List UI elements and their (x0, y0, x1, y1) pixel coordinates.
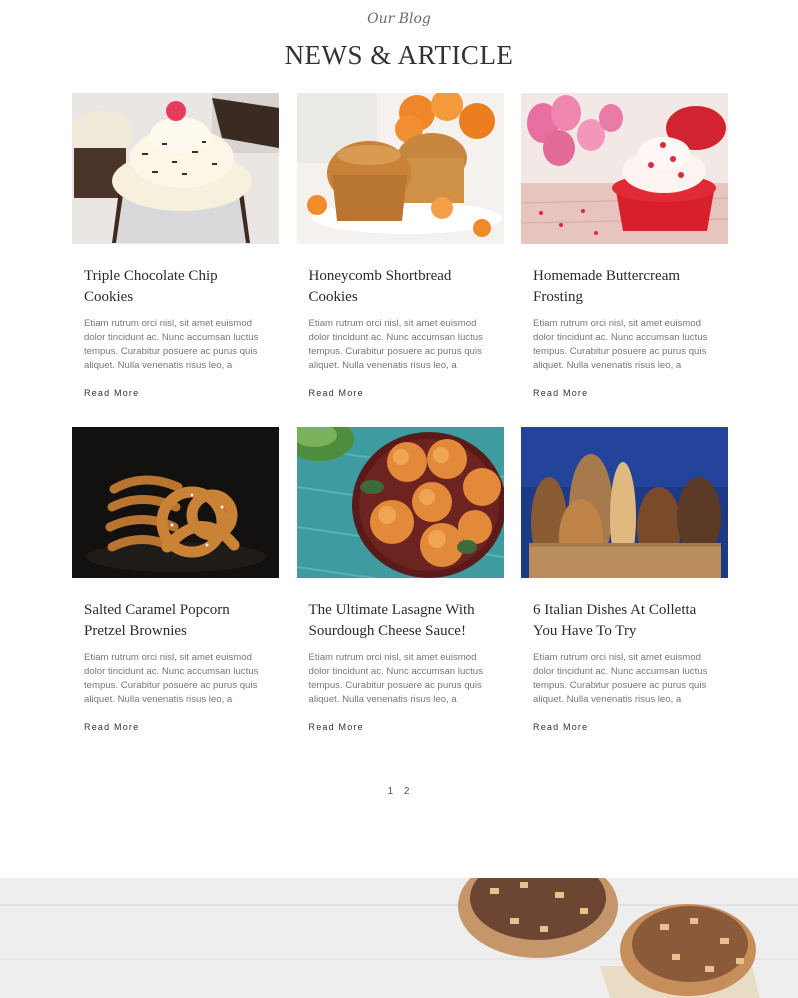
post-title[interactable]: Homemade Buttercream Frosting (533, 266, 716, 308)
post-excerpt: Etiam rutrum orci nisl, sit amet euismod… (533, 318, 708, 371)
blog-card: Salted Caramel Popcorn Pretzel Brownies … (72, 427, 279, 733)
blog-card: Honeycomb Shortbread Cookies Etiam rutru… (296, 93, 504, 399)
post-image-pretzels[interactable] (72, 427, 279, 578)
read-more-link[interactable]: Read More (533, 722, 588, 732)
post-title[interactable]: Salted Caramel Popcorn Pretzel Brownies (84, 600, 267, 642)
page-link-1[interactable]: 1 (388, 786, 395, 797)
blog-grid: Triple Chocolate Chip Cookies Etiam rutr… (72, 93, 728, 733)
post-image-cupcake[interactable] (72, 93, 279, 244)
read-more-link[interactable]: Read More (84, 388, 139, 398)
pagination: 1 2 (0, 786, 798, 797)
blog-card: Homemade Buttercream Frosting Etiam rutr… (521, 93, 728, 399)
blog-card: The Ultimate Lasagne With Sourdough Chee… (296, 427, 504, 733)
post-title[interactable]: The Ultimate Lasagne With Sourdough Chee… (309, 600, 492, 642)
blog-card: Triple Chocolate Chip Cookies Etiam rutr… (72, 93, 279, 399)
read-more-link[interactable]: Read More (309, 722, 364, 732)
post-image-bread[interactable] (521, 427, 728, 578)
post-image-stuffed-buns[interactable] (296, 427, 504, 578)
read-more-link[interactable]: Read More (84, 722, 139, 732)
section-title: NEWS & ARTICLE (284, 40, 514, 70)
post-excerpt: Etiam rutrum orci nisl, sit amet euismod… (84, 652, 259, 705)
post-title[interactable]: Triple Chocolate Chip Cookies (84, 266, 267, 308)
post-excerpt: Etiam rutrum orci nisl, sit amet euismod… (533, 652, 708, 705)
post-title[interactable]: 6 Italian Dishes At Colletta You Have To… (533, 600, 716, 642)
post-title[interactable]: Honeycomb Shortbread Cookies (309, 266, 492, 308)
read-more-link[interactable]: Read More (533, 388, 588, 398)
post-image-muffins[interactable] (296, 93, 504, 244)
blog-card: 6 Italian Dishes At Colletta You Have To… (521, 427, 728, 733)
footer-banner-image (0, 878, 798, 998)
post-excerpt: Etiam rutrum orci nisl, sit amet euismod… (308, 318, 483, 371)
read-more-link[interactable]: Read More (309, 388, 364, 398)
post-image-red-cupcake[interactable] (521, 93, 728, 244)
post-excerpt: Etiam rutrum orci nisl, sit amet euismod… (84, 318, 259, 371)
post-excerpt: Etiam rutrum orci nisl, sit amet euismod… (308, 652, 483, 705)
page-link-2[interactable]: 2 (404, 786, 411, 797)
section-eyebrow: Our Blog (367, 11, 431, 27)
